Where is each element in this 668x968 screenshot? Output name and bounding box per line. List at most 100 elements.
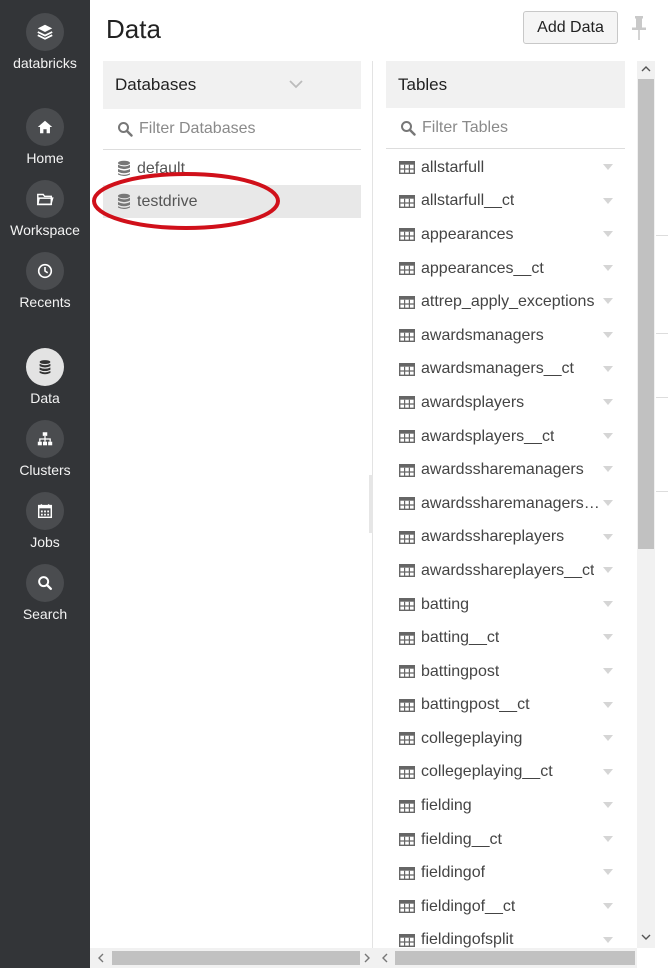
table-icon xyxy=(399,396,415,410)
caret-down-icon[interactable] xyxy=(603,164,613,170)
horizontal-scrollbar[interactable] xyxy=(90,948,637,968)
table-icon xyxy=(399,665,415,679)
add-data-button[interactable]: Add Data xyxy=(523,11,618,44)
table-item[interactable]: fielding__ct xyxy=(386,823,625,857)
caret-down-icon[interactable] xyxy=(603,936,613,943)
nav-clusters[interactable]: Clusters xyxy=(0,420,90,478)
caret-down-icon[interactable] xyxy=(603,432,613,439)
table-item-label: fielding__ct xyxy=(421,830,502,848)
table-item[interactable]: collegeplaying__ct xyxy=(386,756,625,790)
table-item[interactable]: awardsshareplayers__ct xyxy=(386,554,625,588)
table-item[interactable]: fieldingof__ct xyxy=(386,890,625,924)
caret-down-icon[interactable] xyxy=(603,331,613,338)
caret-down-icon[interactable] xyxy=(603,600,613,607)
scroll-left-icon[interactable] xyxy=(376,950,394,966)
page-title: Data xyxy=(106,14,161,44)
table-item-label: appearances xyxy=(421,225,514,243)
table-icon xyxy=(399,329,415,343)
caret-down-icon[interactable] xyxy=(603,298,613,305)
horizontal-scroll-thumb[interactable] xyxy=(395,951,635,965)
table-item[interactable]: fielding xyxy=(386,789,625,823)
caret-down-icon[interactable] xyxy=(603,399,613,406)
filter-databases-input[interactable]: Filter Databases xyxy=(103,109,361,150)
nav-workspace[interactable]: Workspace xyxy=(0,180,90,238)
table-item[interactable]: awardssharemanagers__ct xyxy=(386,487,625,521)
table-item[interactable]: attrep_apply_exceptions xyxy=(386,285,625,319)
nav-recents-label: Recents xyxy=(19,294,71,310)
annotation-ellipse xyxy=(92,172,280,230)
scroll-right-icon[interactable] xyxy=(358,950,376,966)
nav-search-label: Search xyxy=(22,606,68,622)
edge-divider xyxy=(656,235,668,236)
caret-down-icon[interactable] xyxy=(603,835,613,842)
table-item[interactable]: awardsplayers__ct xyxy=(386,420,625,454)
table-item[interactable]: awardsshareplayers xyxy=(386,521,625,555)
caret-down-icon[interactable] xyxy=(603,499,613,506)
nav-search[interactable]: Search xyxy=(0,564,90,622)
caret-down-icon[interactable] xyxy=(603,802,613,809)
table-item[interactable]: battingpost__ct xyxy=(386,689,625,723)
filter-databases-placeholder: Filter Databases xyxy=(139,120,256,137)
caret-down-icon[interactable] xyxy=(603,466,613,473)
vertical-scroll-thumb[interactable] xyxy=(638,79,654,549)
chevron-down-icon[interactable] xyxy=(289,79,303,89)
table-item[interactable]: awardsmanagers__ct xyxy=(386,353,625,387)
table-item[interactable]: fieldingof xyxy=(386,856,625,890)
databricks-logo[interactable]: databricks xyxy=(0,13,90,71)
table-item[interactable]: batting xyxy=(386,588,625,622)
caret-down-icon[interactable] xyxy=(603,365,613,372)
caret-down-icon[interactable] xyxy=(603,231,613,238)
table-item-label: collegeplaying xyxy=(421,729,523,747)
filter-tables-input[interactable]: Filter Tables xyxy=(386,108,625,149)
nav-recents[interactable]: Recents xyxy=(0,252,90,310)
scroll-down-icon[interactable] xyxy=(637,929,655,945)
nav-data[interactable]: Data xyxy=(0,348,90,406)
caret-down-icon[interactable] xyxy=(603,634,613,641)
pin-icon[interactable] xyxy=(630,14,648,42)
table-item[interactable]: awardsplayers xyxy=(386,386,625,420)
caret-down-icon[interactable] xyxy=(603,735,613,742)
resize-handle[interactable] xyxy=(369,475,373,533)
table-item[interactable]: fieldingofsplit xyxy=(386,924,625,948)
vertical-scrollbar[interactable] xyxy=(637,61,655,948)
table-item[interactable]: awardsmanagers xyxy=(386,319,625,353)
table-icon xyxy=(399,598,415,612)
horizontal-scroll-thumb[interactable] xyxy=(112,951,360,965)
databases-header[interactable]: Databases xyxy=(103,61,361,109)
table-item-label: fieldingofsplit xyxy=(421,931,514,948)
nav-jobs[interactable]: Jobs xyxy=(0,492,90,550)
table-item[interactable]: appearances__ct xyxy=(386,252,625,286)
table-icon xyxy=(399,799,415,813)
table-item[interactable]: collegeplaying xyxy=(386,722,625,756)
table-item[interactable]: appearances xyxy=(386,218,625,252)
table-item-label: awardssharemanagers xyxy=(421,461,584,479)
nav-home[interactable]: Home xyxy=(0,108,90,166)
table-icon xyxy=(399,430,415,444)
table-item-label: awardsmanagers__ct xyxy=(421,360,574,378)
caret-down-icon[interactable] xyxy=(603,567,613,574)
table-item[interactable]: allstarfull__ct xyxy=(386,185,625,219)
table-item[interactable]: batting__ct xyxy=(386,621,625,655)
table-item-label: awardsshareplayers__ct xyxy=(421,561,595,579)
databases-header-label: Databases xyxy=(115,75,197,94)
table-icon xyxy=(399,631,415,645)
edge-divider xyxy=(656,491,668,492)
table-icon xyxy=(399,765,415,779)
caret-down-icon[interactable] xyxy=(603,701,613,708)
table-item-label: attrep_apply_exceptions xyxy=(421,293,595,311)
table-icon xyxy=(399,362,415,376)
caret-down-icon[interactable] xyxy=(603,533,613,540)
caret-down-icon[interactable] xyxy=(603,768,613,775)
scroll-left-icon[interactable] xyxy=(92,950,110,966)
table-item[interactable]: battingpost xyxy=(386,655,625,689)
caret-down-icon[interactable] xyxy=(603,667,613,674)
caret-down-icon[interactable] xyxy=(603,197,613,204)
caret-down-icon[interactable] xyxy=(603,264,613,271)
scroll-up-icon[interactable] xyxy=(637,61,655,77)
table-item[interactable]: awardssharemanagers xyxy=(386,453,625,487)
table-item-label: fieldingof xyxy=(421,864,486,882)
caret-down-icon[interactable] xyxy=(603,869,613,876)
caret-down-icon[interactable] xyxy=(603,903,613,910)
nav-data-label: Data xyxy=(30,390,60,406)
table-item[interactable]: allstarfull xyxy=(386,151,625,185)
